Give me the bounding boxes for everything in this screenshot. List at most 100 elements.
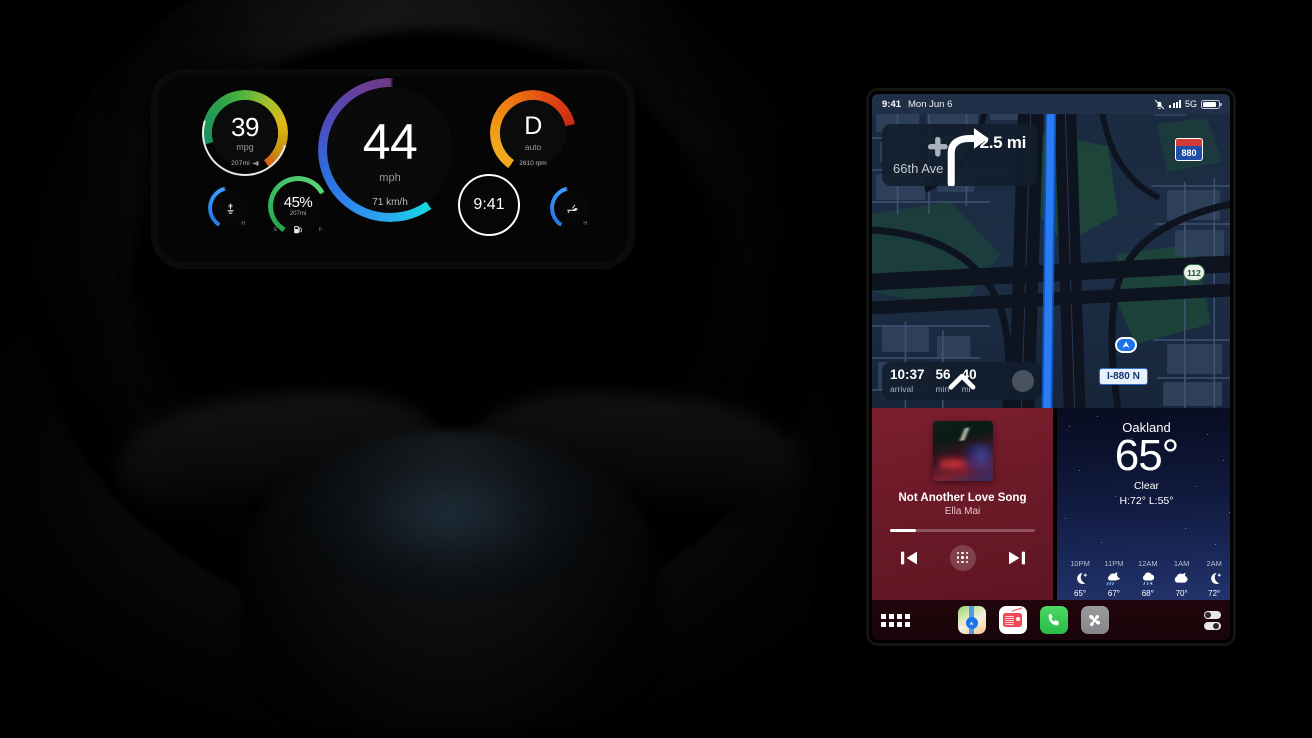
turn-instruction-card[interactable]: 2.5 mi 66th Ave	[882, 124, 1037, 186]
speedometer-unit: mph	[379, 171, 401, 184]
fuel-empty-label: E	[274, 226, 278, 233]
oil-scale: L H	[550, 221, 594, 227]
fuel-pump-icon	[294, 226, 302, 234]
battery-icon	[1201, 99, 1222, 109]
carplay-display: 880 112 I-880 N 2.5 mi 66th Ave 10:37 ar…	[872, 94, 1230, 640]
weather-widget[interactable]: Oakland 65° Clear H:72° L:55° 10PM 65° 1…	[1057, 408, 1230, 606]
turn-instruction-row: 2.5 mi	[893, 128, 1026, 186]
phone-icon	[1048, 614, 1059, 626]
playback-controls	[899, 544, 1027, 571]
chevron-up-icon	[948, 373, 976, 390]
dock-bar	[872, 600, 1230, 640]
artwork-layer-blue	[962, 443, 993, 477]
route-112-shield: 112	[1183, 264, 1205, 281]
moon-stars-icon	[1076, 573, 1087, 584]
fan-icon	[1089, 614, 1101, 626]
cabin-screen-glow	[300, 440, 600, 590]
fuel-level-value: 45%	[283, 194, 313, 211]
oil-high-label: H	[583, 221, 587, 227]
control-toggles-button[interactable]	[1203, 610, 1221, 630]
fuel-economy-face: 39 mpg	[212, 100, 278, 166]
app-maps[interactable]	[957, 606, 986, 634]
forecast-time: 1AM	[1173, 559, 1190, 568]
now-playing-widget[interactable]: Not Another Love Song Ella Mai	[872, 408, 1055, 606]
cluster-clock: 9:41	[458, 174, 520, 236]
weather-high-low: H:72° L:55°	[1119, 494, 1174, 507]
carplay-screen: 880 112 I-880 N 2.5 mi 66th Ave 10:37 ar…	[869, 91, 1233, 643]
next-track-icon	[1008, 551, 1025, 564]
maps-arrow-icon	[965, 617, 978, 629]
carplay-dashboard-scene: 39 mpg 207mi 44 mph 71 km/h D auto 2610 …	[0, 0, 1312, 738]
weather-temperature: 65°	[1114, 431, 1180, 480]
hourly-forecast: 10PM 65° 11PM 67° 12AM 68° 1AM 70° 2AM 7…	[1057, 559, 1230, 598]
album-artwork	[932, 421, 993, 481]
forecast-temp: 68°	[1141, 589, 1154, 598]
forecast-temp: 72°	[1208, 589, 1221, 598]
cloud-moon-rain-icon	[1106, 572, 1121, 586]
forecast-hour: 12AM 68°	[1138, 559, 1158, 598]
status-date: Mon Jun 6	[908, 98, 953, 110]
current-location-puck	[1115, 337, 1137, 353]
next-track-button[interactable]	[1007, 550, 1027, 566]
forecast-time: 10PM	[1070, 559, 1090, 568]
toggle-switch-top[interactable]	[1203, 610, 1221, 619]
forecast-time: 2AM	[1206, 559, 1222, 568]
status-bar: 9:41 Mon Jun 6 5G	[872, 94, 1230, 114]
dock-app-list	[957, 606, 1109, 634]
speedometer: 44 mph 71 km/h	[318, 78, 462, 222]
instrument-cluster: 39 mpg 207mi 44 mph 71 km/h D auto 2610 …	[158, 74, 628, 262]
eta-card[interactable]: 10:37 arrival 56 min 40 mi	[882, 362, 1042, 400]
fuel-full-label: F	[318, 226, 322, 233]
clock-time: 9:41	[461, 177, 517, 233]
gear-face: D auto	[500, 100, 566, 166]
network-type-label: 5G	[1184, 99, 1197, 109]
artwork-signature	[953, 426, 978, 442]
bell-slash-icon	[1155, 99, 1165, 109]
eta-expand-button[interactable]	[948, 370, 1034, 393]
status-time: 9:41	[882, 98, 902, 110]
fuel-economy-unit: mpg	[236, 142, 254, 152]
fuel-level-gauge: 45% 207mi E F	[268, 176, 328, 236]
coolant-cold-label: C	[215, 221, 219, 227]
fuel-level-range: 207mi	[289, 211, 307, 217]
interstate-880-shield: 880	[1175, 138, 1203, 161]
turn-right-icon	[927, 128, 989, 186]
radio-antenna	[1011, 607, 1024, 616]
coolant-scale: C H	[208, 221, 252, 227]
forecast-hour: 10PM 65°	[1070, 559, 1090, 598]
forecast-hour: 2AM 72°	[1206, 559, 1223, 598]
weather-condition: Clear	[1133, 479, 1160, 492]
cellular-signal-icon	[1169, 100, 1181, 108]
playback-progress-bar[interactable]	[890, 529, 1035, 532]
fuel-scale: E F	[268, 224, 328, 235]
route-name-label: I-880 N	[1099, 368, 1148, 385]
forecast-temp: 70°	[1175, 589, 1188, 598]
app-climate[interactable]	[1080, 606, 1109, 634]
gear-tachometer: D auto 2610 rpm	[490, 90, 576, 176]
forecast-hour: 11PM 67°	[1104, 559, 1123, 598]
status-indicators: 5G	[1154, 99, 1222, 110]
arrow-to-pump-icon	[252, 161, 259, 166]
fuel-economy-value: 39	[231, 112, 259, 142]
oil-can-icon	[566, 204, 578, 213]
gear-value: D	[524, 112, 542, 140]
previous-track-button[interactable]	[899, 550, 919, 566]
speedometer-face: 44 mph	[327, 87, 453, 213]
forecast-temp: 67°	[1107, 589, 1120, 598]
toggle-switch-bottom[interactable]	[1203, 621, 1221, 630]
coolant-temperature-icon	[226, 202, 234, 214]
app-phone[interactable]	[1039, 606, 1068, 634]
speedometer-metric: 71 km/h	[372, 197, 408, 208]
fuel-economy-range-value: 207mi	[231, 160, 250, 167]
track-list-button[interactable]	[949, 544, 976, 571]
navigation-arrow-icon	[969, 620, 974, 625]
cloud-sleet-icon	[1142, 572, 1154, 586]
grid-dots-icon	[956, 551, 969, 564]
maps-widget[interactable]: 880 112 I-880 N 2.5 mi 66th Ave 10:37 ar…	[872, 94, 1230, 408]
track-title: Not Another Love Song	[898, 492, 1027, 504]
app-library-button[interactable]	[881, 613, 910, 627]
app-radio[interactable]	[998, 606, 1027, 634]
track-artist: Ella Mai	[944, 506, 981, 517]
forecast-temp: 65°	[1074, 589, 1087, 598]
gear-mode: auto	[524, 142, 542, 152]
